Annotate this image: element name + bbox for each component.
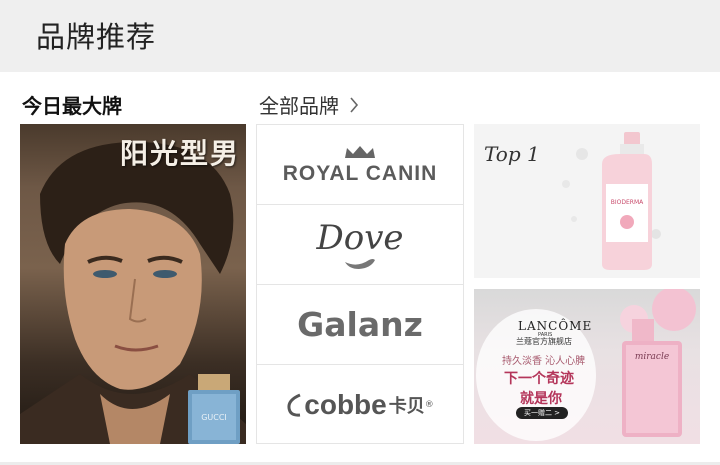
brand-logo-text: Galanz	[297, 305, 423, 344]
perfume-bottle-icon: GUCCI	[188, 374, 240, 444]
shop-name: 兰蔻官方旗舰店	[516, 337, 572, 346]
today-brand-label: 今日最大牌	[22, 94, 122, 118]
bottle-label: BIODERMA	[611, 199, 644, 206]
brand-logo-text: Dove	[316, 217, 404, 258]
brand-dove[interactable]: Dove	[257, 205, 463, 285]
headline-2: 就是你	[520, 391, 562, 407]
product-card-bioderma[interactable]: Top 1 BIODERMA	[474, 124, 700, 278]
buy-button[interactable]: 买一赠二 >	[516, 407, 568, 419]
crown-icon	[345, 145, 375, 158]
brand-list: ROYAL CANIN Dove Galanz cobbe 卡贝 ®	[256, 124, 464, 444]
lancome-bottle-image: miracle	[620, 289, 696, 437]
slogan: 持久淡香 沁人心脾	[502, 356, 586, 367]
all-brands-label: 全部品牌	[259, 94, 339, 118]
dove-bird-icon	[345, 258, 375, 269]
section-header: 品牌推荐	[0, 0, 720, 72]
bottle-label: GUCCI	[201, 413, 227, 422]
brand-logo-text: ROYAL CANIN	[282, 161, 438, 185]
headline-1: 下一个奇迹	[504, 371, 574, 387]
section-title: 品牌推荐	[36, 20, 157, 54]
registered-mark: ®	[424, 400, 434, 410]
brand-galanz[interactable]: Galanz	[257, 285, 463, 365]
product-card-lancome[interactable]: LANCÔME PARIS 兰蔻官方旗舰店 持久淡香 沁人心脾 下一个奇迹 就是…	[474, 289, 700, 444]
chevron-right-icon	[350, 96, 359, 113]
promo-banner[interactable]: 阳光型男 GUCCI	[20, 124, 246, 444]
cobbe-swirl-icon	[287, 393, 301, 417]
bottle-label: miracle	[635, 352, 669, 362]
promo-title: 阳光型男	[119, 137, 240, 170]
all-brands-link[interactable]: 全部品牌	[259, 90, 359, 119]
brand-logo-cn: 卡贝	[388, 396, 425, 417]
bioderma-bottle-image: BIODERMA	[562, 132, 661, 270]
brand-logo-text: cobbe	[304, 389, 387, 420]
brand-royal-canin[interactable]: ROYAL CANIN	[257, 125, 463, 205]
brand-cobbe[interactable]: cobbe 卡贝 ®	[257, 365, 463, 445]
lancome-logo: LANCÔME	[518, 319, 593, 333]
